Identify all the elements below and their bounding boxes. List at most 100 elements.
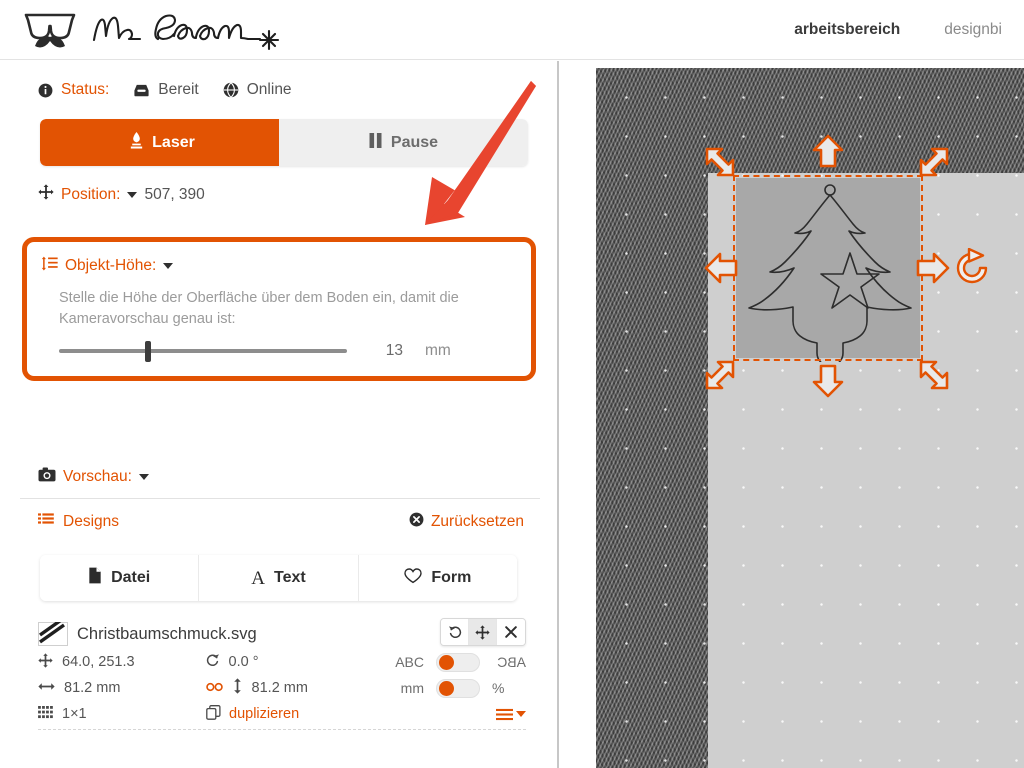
resize-n-handle[interactable] [811,134,845,168]
nav-item-arbeitsbereich[interactable]: arbeitsbereich [772,0,922,60]
duplicate-label: duplizieren [229,706,300,722]
status-bar: Status: Bereit Online [38,81,558,99]
slider-knob[interactable] [145,341,152,363]
file-position[interactable]: 64.0, 251.3 [38,652,206,672]
workspace-canvas[interactable] [596,68,1024,768]
preview-label: Vorschau: [63,468,132,485]
file-position-value: 64.0, 251.3 [62,654,135,670]
unit-toggle[interactable] [436,678,480,698]
resize-se-handle[interactable] [916,357,950,391]
file-row-size: 81.2 mm 81.2 mm mm % [38,675,526,701]
svg-thumbnail-icon [38,622,68,646]
segment-text-label: Text [274,569,306,586]
resize-nw-handle[interactable] [704,146,738,180]
top-navigation: arbeitsbereich designbi [772,0,1024,60]
file-rotation-value: 0.0 ° [228,654,259,670]
position-label: Position: [61,185,121,203]
caret-down-icon[interactable] [138,474,149,480]
list-icon [38,512,54,532]
pause-button[interactable]: Pause [279,119,528,166]
file-tools [440,618,526,646]
selection-bounding-box [733,175,923,361]
object-height-description: Stelle die Höhe der Oberfläche über dem … [59,290,459,327]
slider-track [59,349,347,354]
mirror-toggle-right-label: ABC [497,654,526,670]
resize-e-handle[interactable] [916,251,950,285]
laser-button-label: Laser [152,133,195,151]
segment-text[interactable]: A Text [199,555,359,601]
top-bar: arbeitsbereich designbi [0,0,1024,60]
preview-row[interactable]: Vorschau: [38,467,149,487]
status-machine-value: Bereit [158,81,199,98]
position-value: 507, 390 [144,185,205,203]
file-name: Christbaumschmuck.svg [77,624,257,643]
reset-label: Zurücksetzen [430,513,524,530]
hamburger-menu-icon[interactable] [496,708,526,721]
link-infinity-icon [205,680,223,696]
mirror-text-toggle[interactable] [436,652,480,672]
left-control-panel: Status: Bereit Online Laser Pause Positi… [0,61,558,768]
rotate-handle[interactable] [952,248,992,288]
file-item-divider [38,729,526,730]
file-grid[interactable]: 1×1 [38,705,206,723]
object-height-panel: Objekt-Höhe: Stelle die Höhe der Oberflä… [22,237,536,381]
object-height-slider-row: 13 mm [59,341,531,363]
laser-flame-icon [130,131,143,154]
resize-sw-handle[interactable] [704,357,738,391]
unit-toggle-left-label: mm [400,680,424,696]
file-height[interactable]: 81.2 mm [205,678,390,698]
resize-w-handle[interactable] [704,251,738,285]
caret-down-icon[interactable] [163,263,174,269]
text-a-icon: A [251,567,265,589]
panel-divider [20,498,540,499]
undo-button[interactable] [441,619,469,645]
camera-icon [38,467,56,487]
move-button[interactable] [469,619,497,645]
file-width[interactable]: 81.2 mm [38,680,206,696]
designs-title-group[interactable]: Designs [38,512,119,532]
nav-item-designbibliothek[interactable]: designbi [922,0,1024,60]
arrows-vertical-icon [232,678,243,698]
duplicate-button[interactable]: duplizieren [206,704,391,724]
design-list-item: Christbaumschmuck.svg 64.0, 251.3 0.0 ° … [38,618,526,727]
height-lines-icon [41,256,58,276]
panel-scrollbar[interactable] [557,61,559,768]
laser-button[interactable]: Laser [40,119,285,166]
file-height-value: 81.2 mm [251,680,308,696]
close-circle-icon [409,512,424,532]
grid-icon [38,705,53,723]
object-height-label: Objekt-Höhe: [65,257,157,274]
heart-icon [404,567,423,589]
caret-down-icon[interactable] [516,711,526,717]
toggle-knob [439,655,454,670]
segment-datei[interactable]: Datei [40,555,200,601]
brand-logo-area[interactable] [22,0,286,60]
object-height-header[interactable]: Objekt-Höhe: [41,256,531,276]
canvas-dot-grid [596,68,1024,768]
object-height-slider[interactable] [59,341,347,363]
rotate-cw-icon [206,653,220,671]
segment-form-label: Form [431,569,472,586]
info-circle-icon [38,83,53,98]
status-connection-value: Online [246,81,292,98]
resize-ne-handle[interactable] [916,146,950,180]
file-title-row: Christbaumschmuck.svg [38,618,526,649]
mr-beam-wordmark [92,13,280,50]
pause-icon [369,132,382,153]
file-rotation[interactable]: 0.0 ° [206,653,390,671]
file-icon [88,567,102,589]
segment-datei-label: Datei [111,569,151,586]
status-machine: Bereit [133,81,199,99]
reset-button[interactable]: Zurücksetzen [409,512,524,532]
object-height-value: 13 [385,342,403,360]
add-design-segments: Datei A Text Form [40,555,517,601]
file-menu-group [391,708,526,721]
resize-s-handle[interactable] [811,364,845,398]
caret-down-icon[interactable] [127,191,138,198]
unit-toggle-group: mm % [390,678,526,698]
toggle-knob [439,681,454,696]
remove-button[interactable] [497,619,525,645]
pause-button-label: Pause [390,133,439,151]
position-row[interactable]: Position: 507, 390 [38,184,558,205]
segment-form[interactable]: Form [358,555,517,601]
